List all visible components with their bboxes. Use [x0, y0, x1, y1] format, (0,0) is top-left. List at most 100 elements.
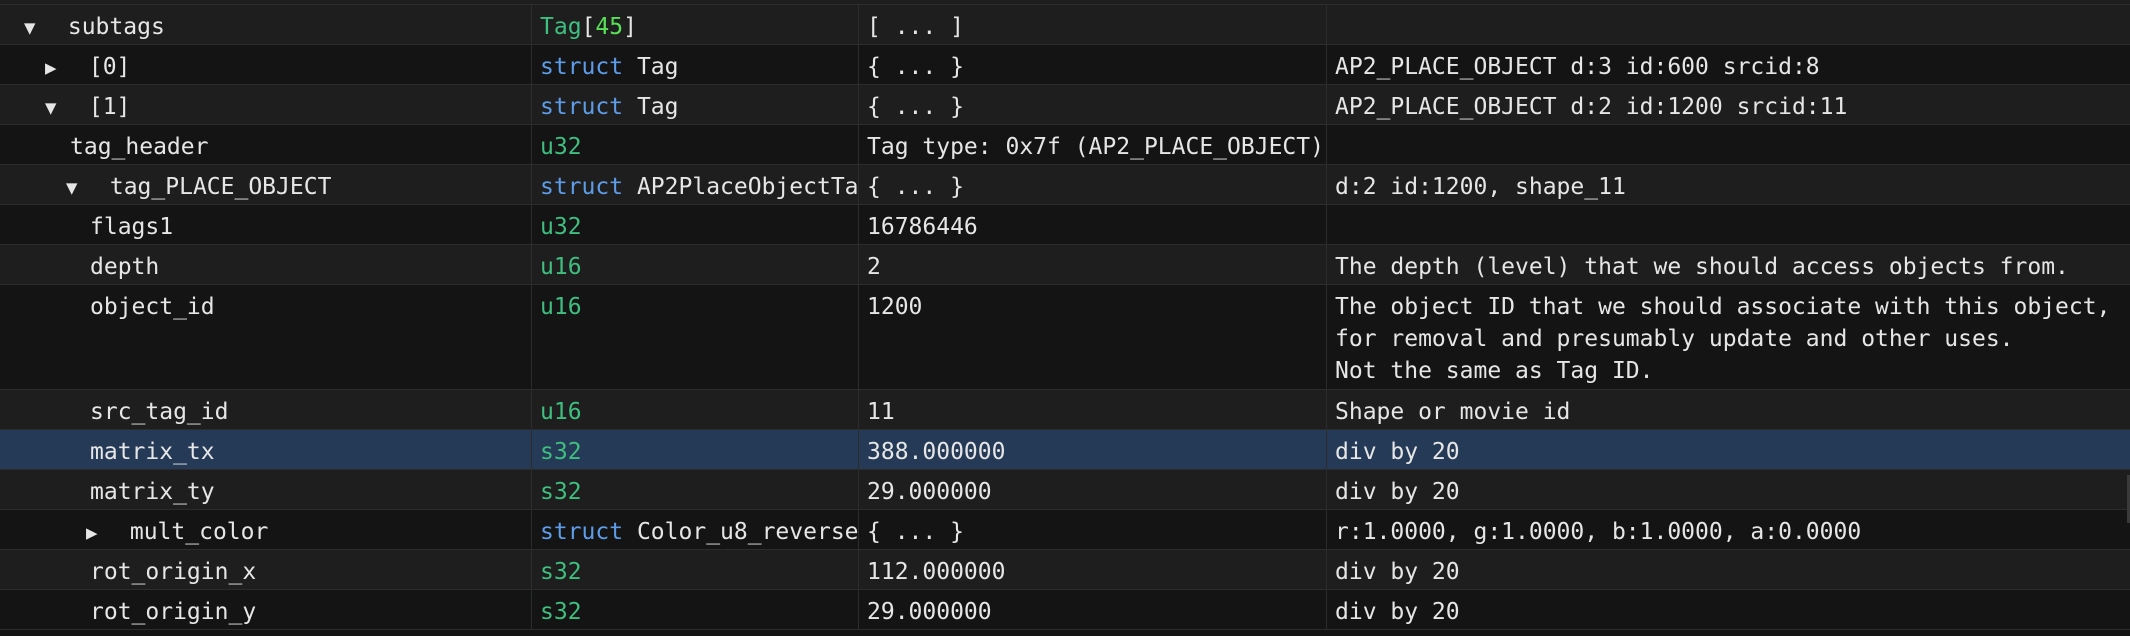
type-cell: s32: [532, 430, 859, 469]
type-bracket-close: ]: [623, 14, 637, 40]
field-value: { ... }: [867, 94, 964, 120]
comment-cell: [1327, 125, 2130, 164]
expand-arrow-icon[interactable]: ▼: [66, 172, 88, 204]
field-comment: div by 20: [1335, 439, 1460, 465]
type-primitive: u16: [540, 294, 582, 320]
field-comment-line: The object ID that we should associate w…: [1335, 294, 2111, 320]
value-cell: 2: [859, 245, 1327, 284]
table-row[interactable]: ▼ tag_PLACE_OBJECT struct AP2PlaceObject…: [0, 165, 2130, 205]
comment-cell: div by 20: [1327, 590, 2130, 629]
field-name: object_id: [90, 294, 215, 320]
type-primitive: u32: [540, 214, 582, 240]
name-cell: src_tag_id: [0, 390, 532, 429]
type-primitive: u16: [540, 254, 582, 280]
name-cell: matrix_tx: [0, 430, 532, 469]
field-value: 11: [867, 399, 895, 425]
field-value: Tag type: 0x7f (AP2_PLACE_OBJECT): [867, 134, 1324, 160]
type-cell: s32: [532, 550, 859, 589]
value-cell: { ... }: [859, 165, 1327, 204]
field-comment: div by 20: [1335, 479, 1460, 505]
name-cell: ▼ [1]: [0, 85, 532, 124]
type-primitive: u16: [540, 399, 582, 425]
name-cell: ▶ [0]: [0, 45, 532, 84]
field-comment-line: for removal and presumably update and ot…: [1335, 326, 2014, 352]
table-row[interactable]: depth u16 2 The depth (level) that we sh…: [0, 245, 2130, 285]
type-name: AP2PlaceObjectTag: [636, 174, 859, 200]
field-value: 388.000000: [867, 439, 1006, 465]
field-name: [0]: [88, 54, 131, 80]
expand-arrow-icon[interactable]: ▶: [86, 517, 108, 549]
type-cell: struct AP2PlaceObjectTag: [532, 165, 859, 204]
type-name: Tag: [636, 54, 679, 80]
type-bracket-open: [: [581, 14, 596, 40]
value-cell: 11: [859, 390, 1327, 429]
table-row[interactable]: matrix_ty s32 29.000000 div by 20: [0, 470, 2130, 510]
value-cell: [ ... ]: [859, 5, 1327, 44]
field-name: matrix_ty: [90, 479, 215, 505]
field-comment: r:1.0000, g:1.0000, b:1.0000, a:0.0000: [1335, 519, 1862, 545]
comment-cell: AP2_PLACE_OBJECT d:3 id:600 srcid:8: [1327, 45, 2130, 84]
type-cell: struct Color_u8_reversed: [532, 510, 859, 549]
field-value: 2: [867, 254, 881, 280]
value-cell: 112.000000: [859, 550, 1327, 589]
field-name: rot_origin_x: [90, 559, 257, 585]
field-name: mult_color: [129, 519, 269, 545]
table-row[interactable]: rot_origin_x s32 112.000000 div by 20: [0, 550, 2130, 590]
field-name: matrix_tx: [90, 439, 215, 465]
type-primitive: s32: [540, 439, 582, 465]
table-row[interactable]: flags1 u32 16786446: [0, 205, 2130, 245]
field-name: subtags: [67, 14, 165, 40]
field-comment: d:2 id:1200, shape_11: [1335, 174, 1626, 200]
table-row[interactable]: object_id u16 1200 The object ID that we…: [0, 285, 2130, 390]
expand-arrow-icon[interactable]: ▶: [45, 52, 67, 84]
table-row[interactable]: ▶ [0] struct Tag { ... } AP2_PLACE_OBJEC…: [0, 45, 2130, 85]
table-row[interactable]: tag_header u32 Tag type: 0x7f (AP2_PLACE…: [0, 125, 2130, 165]
type-count: 45: [595, 14, 624, 40]
name-cell: ▶ mult_color: [0, 510, 532, 549]
field-name: src_tag_id: [90, 399, 229, 425]
table-row[interactable]: ▼ [1] struct Tag { ... } AP2_PLACE_OBJEC…: [0, 85, 2130, 125]
name-cell: tag_header: [0, 125, 532, 164]
comment-cell: [1327, 5, 2130, 44]
table-row[interactable]: src_tag_id u16 11 Shape or movie id: [0, 390, 2130, 430]
type-cell: u16: [532, 245, 859, 284]
field-value: { ... }: [867, 174, 964, 200]
field-value: 29.000000: [867, 599, 992, 625]
value-cell: 29.000000: [859, 470, 1327, 509]
name-cell: flags1: [0, 205, 532, 244]
type-name: Color_u8_reversed: [636, 519, 859, 545]
value-cell: 1200: [859, 285, 1327, 389]
type-cell: u16: [532, 390, 859, 429]
type-cell: u32: [532, 125, 859, 164]
type-keyword: struct: [540, 54, 624, 80]
type-keyword: struct: [540, 519, 624, 545]
type-cell: struct Tag: [532, 85, 859, 124]
expand-arrow-icon[interactable]: ▼: [45, 92, 67, 124]
value-cell: 16786446: [859, 205, 1327, 244]
type-primitive: s32: [540, 559, 582, 585]
comment-cell: d:2 id:1200, shape_11: [1327, 165, 2130, 204]
field-name: rot_origin_y: [90, 599, 257, 625]
comment-cell: The depth (level) that we should access …: [1327, 245, 2130, 284]
field-comment-line: Not the same as Tag ID.: [1335, 358, 1654, 384]
type-cell: s32: [532, 590, 859, 629]
table-row-selected[interactable]: matrix_tx s32 388.000000 div by 20: [0, 430, 2130, 470]
type-keyword: struct: [540, 174, 624, 200]
name-cell: matrix_ty: [0, 470, 532, 509]
table-row[interactable]: ▼ subtags Tag[45] [ ... ]: [0, 5, 2130, 45]
table-row[interactable]: ▶ mult_color struct Color_u8_reversed { …: [0, 510, 2130, 550]
field-comment: The depth (level) that we should access …: [1335, 254, 2069, 280]
field-name: tag_header: [70, 134, 209, 160]
value-cell: 388.000000: [859, 430, 1327, 469]
field-comment: div by 20: [1335, 559, 1460, 585]
name-cell: depth: [0, 245, 532, 284]
field-value: { ... }: [867, 54, 964, 80]
field-name: [1]: [88, 94, 131, 120]
field-name: flags1: [90, 214, 174, 240]
table-row[interactable]: rot_origin_y s32 29.000000 div by 20: [0, 590, 2130, 630]
expand-arrow-icon[interactable]: ▼: [24, 12, 46, 44]
field-value: 29.000000: [867, 479, 992, 505]
comment-cell: [1327, 205, 2130, 244]
field-comment: Shape or movie id: [1335, 399, 1571, 425]
comment-cell: r:1.0000, g:1.0000, b:1.0000, a:0.0000: [1327, 510, 2130, 549]
